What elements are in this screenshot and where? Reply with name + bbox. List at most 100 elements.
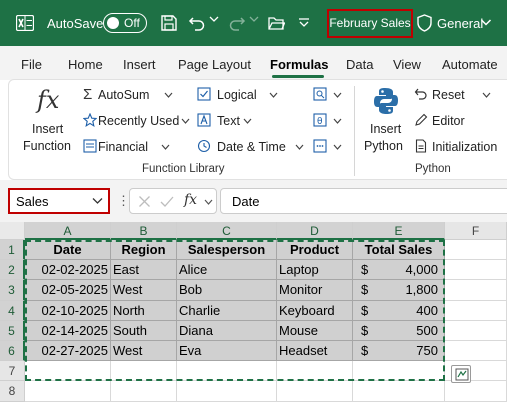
open-icon[interactable] bbox=[268, 15, 285, 31]
cell-a3[interactable]: 02-05-2025 bbox=[25, 280, 111, 301]
cell-f2[interactable] bbox=[445, 260, 507, 281]
cell-a6[interactable]: 02-27-2025 bbox=[25, 341, 111, 362]
cancel-icon[interactable] bbox=[138, 195, 151, 208]
cell-d6[interactable]: Headset bbox=[277, 341, 353, 362]
cell-a1[interactable]: Date bbox=[25, 240, 111, 261]
cell-d1[interactable]: Product bbox=[277, 240, 353, 261]
tab-home[interactable]: Home bbox=[68, 57, 103, 72]
column-header-f[interactable]: F bbox=[445, 222, 507, 240]
autosum-button[interactable]: Σ AutoSum bbox=[83, 86, 193, 106]
cell-a2[interactable]: 02-02-2025 bbox=[25, 260, 111, 281]
cell-e2[interactable]: $4,000 bbox=[353, 260, 445, 281]
cell-d3[interactable]: Monitor bbox=[277, 280, 353, 301]
more-icon[interactable] bbox=[298, 17, 310, 29]
row-header-5[interactable]: 5 bbox=[0, 320, 25, 341]
cell-e5[interactable]: $500 bbox=[353, 320, 445, 341]
row-header-2[interactable]: 2 bbox=[0, 260, 25, 281]
cell-a4[interactable]: 02-10-2025 bbox=[25, 300, 111, 321]
cell-c5[interactable]: Diana bbox=[177, 320, 277, 341]
row-header-6[interactable]: 6 bbox=[0, 341, 25, 362]
chevron-down-icon[interactable] bbox=[480, 16, 492, 28]
tab-data[interactable]: Data bbox=[346, 57, 373, 72]
row-header-3[interactable]: 3 bbox=[0, 280, 25, 301]
cell-d5[interactable]: Mouse bbox=[277, 320, 353, 341]
initialization-button[interactable]: Initialization bbox=[414, 138, 506, 158]
formula-input[interactable]: Date bbox=[220, 188, 507, 214]
cell-e3[interactable]: $1,800 bbox=[353, 280, 445, 301]
save-icon[interactable] bbox=[160, 14, 178, 32]
cell-b7[interactable] bbox=[111, 361, 177, 382]
logical-button[interactable]: Logical bbox=[197, 86, 305, 106]
cell-f3[interactable] bbox=[445, 280, 507, 301]
row-header-8[interactable]: 8 bbox=[0, 381, 25, 402]
cell-c3[interactable]: Bob bbox=[177, 280, 277, 301]
math-trig-button[interactable]: θ bbox=[313, 112, 347, 132]
cell-b8[interactable] bbox=[111, 381, 177, 402]
tab-formulas[interactable]: Formulas bbox=[270, 57, 329, 72]
cell-e6[interactable]: $750 bbox=[353, 341, 445, 362]
column-header-d[interactable]: D bbox=[277, 222, 353, 240]
cell-b5[interactable]: South bbox=[111, 320, 177, 341]
cell-f8[interactable] bbox=[445, 381, 507, 402]
worksheet-grid[interactable]: Date Region Salesperson Product Total Sales 0… bbox=[0, 222, 507, 402]
cell-b6[interactable]: West bbox=[111, 341, 177, 362]
insert-function-icon[interactable]: fx bbox=[184, 192, 197, 208]
redo-dropdown-icon[interactable] bbox=[249, 14, 259, 24]
date-time-button[interactable]: Date & Time bbox=[197, 138, 305, 158]
cell-a7[interactable] bbox=[25, 361, 111, 382]
undo-icon[interactable] bbox=[188, 14, 206, 32]
cell-d2[interactable]: Laptop bbox=[277, 260, 353, 281]
text-button[interactable]: Text bbox=[197, 112, 305, 132]
name-box[interactable]: Sales bbox=[8, 188, 110, 214]
row-header-1[interactable]: 1 bbox=[0, 240, 25, 261]
autosave-toggle[interactable]: Off bbox=[103, 13, 147, 33]
cell-f5[interactable] bbox=[445, 320, 507, 341]
tab-page-layout[interactable]: Page Layout bbox=[178, 57, 251, 72]
cell-a8[interactable] bbox=[25, 381, 111, 402]
tab-view[interactable]: View bbox=[393, 57, 421, 72]
cell-b3[interactable]: West bbox=[111, 280, 177, 301]
chevron-down-icon[interactable] bbox=[92, 197, 103, 205]
cell-a5[interactable]: 02-14-2025 bbox=[25, 320, 111, 341]
editor-button[interactable]: Editor bbox=[414, 112, 504, 132]
cell-c8[interactable] bbox=[177, 381, 277, 402]
quick-analysis-button[interactable] bbox=[451, 365, 471, 383]
cell-b2[interactable]: East bbox=[111, 260, 177, 281]
reset-button[interactable]: Reset bbox=[414, 86, 504, 106]
tab-insert[interactable]: Insert bbox=[123, 57, 156, 72]
cell-c4[interactable]: Charlie bbox=[177, 300, 277, 321]
insert-function-button[interactable]: fx Insert Function bbox=[15, 84, 81, 158]
enter-icon[interactable] bbox=[160, 195, 174, 208]
financial-button[interactable]: Financial bbox=[83, 138, 193, 158]
cell-d4[interactable]: Keyboard bbox=[277, 300, 353, 321]
cell-c2[interactable]: Alice bbox=[177, 260, 277, 281]
more-functions-button[interactable] bbox=[313, 138, 347, 158]
cell-d8[interactable] bbox=[277, 381, 353, 402]
column-header-c[interactable]: C bbox=[177, 222, 277, 240]
select-all-corner[interactable] bbox=[0, 222, 25, 240]
cell-d7[interactable] bbox=[277, 361, 353, 382]
row-header-7[interactable]: 7 bbox=[0, 361, 25, 382]
sensitivity-label[interactable]: General bbox=[437, 16, 483, 31]
lookup-reference-button[interactable] bbox=[313, 86, 347, 106]
cell-e8[interactable] bbox=[353, 381, 445, 402]
cell-c7[interactable] bbox=[177, 361, 277, 382]
insert-python-button[interactable]: Insert Python bbox=[360, 84, 412, 158]
cell-f1[interactable] bbox=[445, 240, 507, 261]
column-header-b[interactable]: B bbox=[111, 222, 177, 240]
tab-automate[interactable]: Automate bbox=[442, 57, 498, 72]
cell-c1[interactable]: Salesperson bbox=[177, 240, 277, 261]
cell-f4[interactable] bbox=[445, 300, 507, 321]
redo-icon[interactable] bbox=[228, 14, 246, 32]
cell-e1[interactable]: Total Sales bbox=[353, 240, 445, 261]
column-header-e[interactable]: E bbox=[353, 222, 445, 240]
column-header-a[interactable]: A bbox=[25, 222, 111, 240]
cell-e7[interactable] bbox=[353, 361, 445, 382]
cell-f6[interactable] bbox=[445, 341, 507, 362]
tab-file[interactable]: File bbox=[21, 57, 42, 72]
cell-b4[interactable]: North bbox=[111, 300, 177, 321]
cell-b1[interactable]: Region bbox=[111, 240, 177, 261]
undo-dropdown-icon[interactable] bbox=[209, 14, 219, 24]
document-name[interactable]: February Sales bbox=[327, 9, 413, 38]
cell-e4[interactable]: $400 bbox=[353, 300, 445, 321]
